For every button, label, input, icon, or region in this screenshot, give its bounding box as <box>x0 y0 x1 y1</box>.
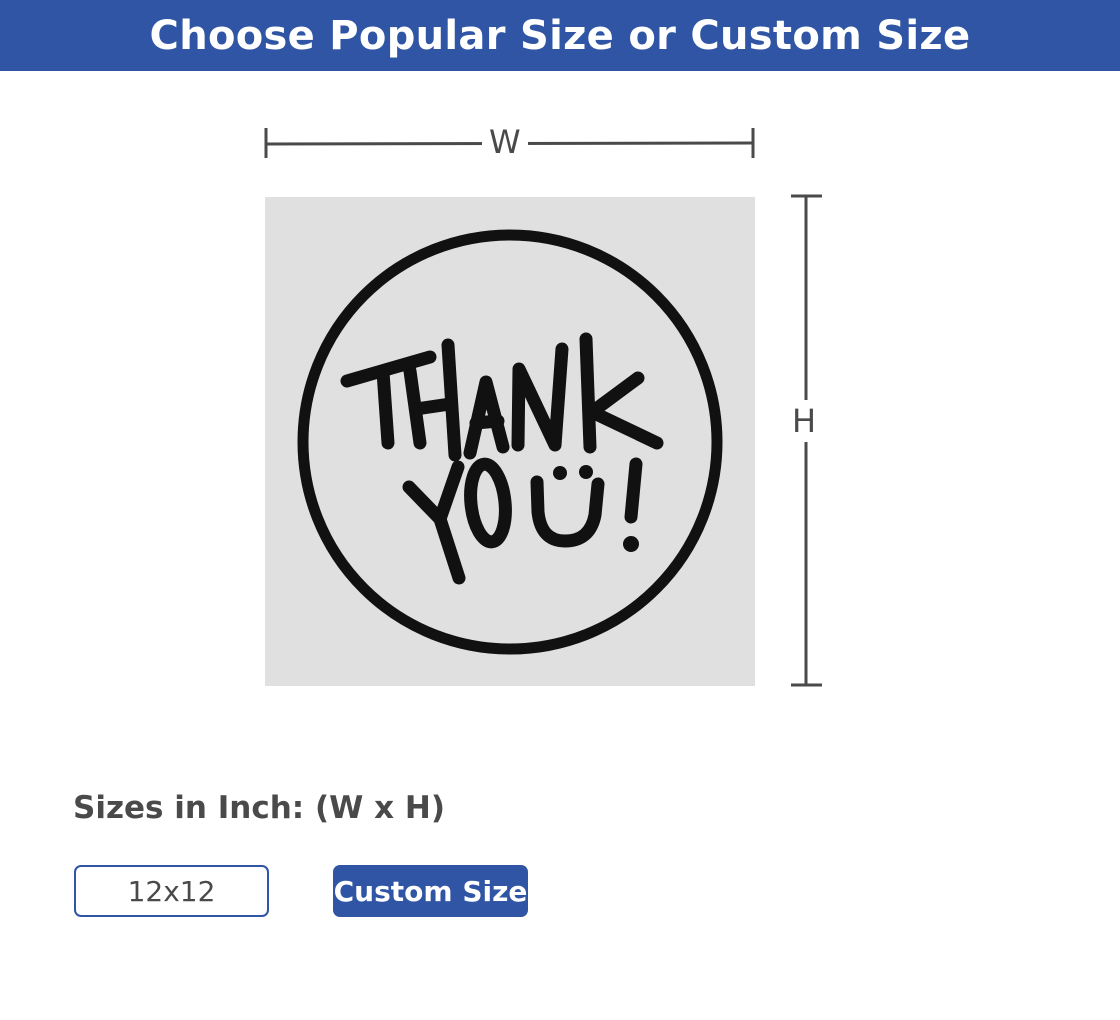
thank-you-design <box>297 229 723 655</box>
height-label: H <box>790 400 819 442</box>
exclamation-dot <box>623 536 639 552</box>
smiley-right-eye <box>579 465 593 479</box>
decal-preview <box>265 197 755 686</box>
width-label: W <box>482 124 528 160</box>
sizes-label: Sizes in Inch: (W x H) <box>73 790 446 826</box>
custom-size-button[interactable]: Custom Size <box>333 865 528 917</box>
size-option-12x12[interactable]: 12x12 <box>74 865 269 917</box>
hand-lettering <box>340 332 664 585</box>
smiley-left-eye <box>553 466 567 480</box>
